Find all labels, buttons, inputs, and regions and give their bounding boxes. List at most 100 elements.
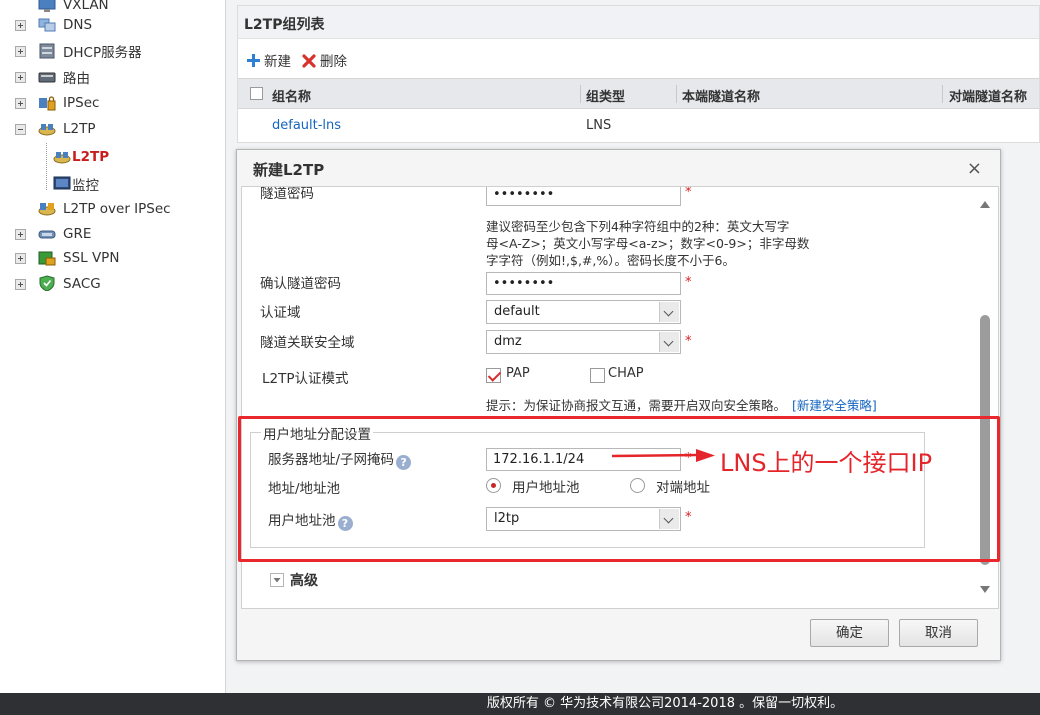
expand-icon[interactable]: [15, 20, 26, 31]
sidebar-item-label: DHCP服务器: [63, 45, 142, 61]
sidebar-item-dhcp[interactable]: DHCP服务器: [0, 39, 226, 63]
required-mark: *: [685, 275, 692, 290]
dialog-body: 隧道密码 •••••••• * 建议密码至少包含下列4种字符组中的2种：英文大写…: [241, 186, 999, 609]
column-header[interactable]: 组类型: [586, 86, 625, 105]
required-mark: *: [685, 334, 692, 349]
delete-icon: [302, 53, 316, 68]
new-button[interactable]: 新建: [246, 50, 291, 70]
scroll-up-icon[interactable]: [979, 199, 991, 209]
sidebar-item-dns[interactable]: DNS: [0, 13, 226, 37]
monitor-icon: [53, 176, 71, 190]
policy-hint: 提示：为保证协商报文互通，需要开启双向安全策略。 [新建安全策略]: [486, 397, 877, 414]
sidebar-item-ipsec[interactable]: IPSec: [0, 91, 226, 115]
group-name-link[interactable]: default-lns: [272, 118, 341, 133]
sidebar-item-label: GRE: [63, 226, 92, 242]
pap-checkbox[interactable]: [486, 368, 501, 383]
user-pool-select[interactable]: l2tp: [486, 507, 681, 531]
sidebar-item-l2tp-group[interactable]: L2TP: [0, 117, 226, 141]
new-button-label: 新建: [264, 54, 291, 70]
password-hint: 建议密码至少包含下列4种字符组中的2种：英文大写字 母<A-Z>；英文小写字母<…: [486, 218, 809, 269]
scrollbar-thumb[interactable]: [980, 315, 990, 565]
zone-value: dmz: [494, 334, 522, 349]
chap-label: CHAP: [608, 366, 644, 381]
table-row[interactable]: default-lns LNS: [238, 110, 1039, 143]
column-divider: [676, 85, 677, 103]
auth-domain-select[interactable]: default: [486, 300, 681, 324]
sidebar-item-l2tp[interactable]: L2TP: [0, 145, 226, 169]
user-pool-radio[interactable]: [486, 478, 501, 493]
user-pool-value: l2tp: [494, 511, 520, 526]
chevron-down-icon[interactable]: [659, 509, 679, 529]
sidebar-item-gre[interactable]: GRE: [0, 222, 226, 246]
new-security-policy-link[interactable]: [新建安全策略]: [792, 398, 877, 413]
close-icon[interactable]: ×: [967, 158, 982, 179]
l2tp-icon: [53, 152, 71, 164]
zone-select[interactable]: dmz: [486, 330, 681, 354]
column-divider: [580, 85, 581, 103]
dialog-title: 新建L2TP: [253, 161, 325, 179]
required-mark: *: [685, 186, 692, 200]
advanced-toggle[interactable]: 高级: [270, 570, 318, 590]
sidebar-item-ssl-vpn[interactable]: SSL VPN: [0, 246, 226, 270]
sidebar-item-sacg[interactable]: SACG: [0, 272, 226, 296]
collapse-icon[interactable]: [15, 124, 26, 135]
sidebar-item-label: 路由: [63, 71, 90, 87]
advanced-label: 高级: [290, 573, 318, 589]
password-hint-line: 建议密码至少包含下列4种字符组中的2种：英文大写字: [486, 219, 790, 234]
dns-icon: [38, 18, 56, 32]
add-icon: [247, 53, 260, 67]
expand-icon[interactable]: [15, 279, 26, 290]
server-address-label: 服务器地址/子网掩码?: [268, 448, 412, 470]
user-pool-label: 用户地址池?: [268, 509, 353, 531]
annotation-label: LNS上的一个接口IP: [720, 449, 933, 477]
column-divider: [942, 85, 943, 103]
confirm-password-field[interactable]: ••••••••: [486, 272, 681, 295]
ssl-vpn-icon: [38, 251, 56, 266]
select-all-checkbox[interactable]: [250, 87, 263, 100]
help-icon[interactable]: ?: [396, 455, 412, 470]
scroll-down-icon[interactable]: [979, 585, 991, 595]
user-pool-label-text: 用户地址池: [268, 513, 336, 529]
panel-title: L2TP组列表: [244, 17, 325, 33]
chap-checkbox[interactable]: [590, 368, 605, 383]
expand-icon[interactable]: [15, 253, 26, 264]
delete-button-label: 删除: [320, 54, 347, 70]
chevron-down-icon[interactable]: [659, 332, 679, 352]
sidebar-item-label: 监控: [72, 178, 99, 194]
zone-label: 隧道关联安全域: [260, 335, 355, 351]
sidebar-item-label: IPSec: [63, 95, 100, 111]
chevron-down-icon[interactable]: [659, 302, 679, 322]
router-icon: [38, 72, 56, 83]
sidebar-item-l2tp-over-ipsec[interactable]: L2TP over IPSec: [0, 197, 226, 221]
sidebar-item-label: DNS: [63, 17, 93, 33]
column-header[interactable]: 本端隧道名称: [682, 86, 760, 105]
expand-triangle-icon: [270, 573, 284, 587]
ok-button[interactable]: 确定: [810, 619, 889, 647]
expand-icon[interactable]: [15, 98, 26, 109]
expand-icon[interactable]: [15, 46, 26, 57]
column-header[interactable]: 对端隧道名称: [949, 86, 1027, 105]
annotation-arrow-icon: [612, 449, 715, 462]
expand-icon[interactable]: [15, 229, 26, 240]
help-icon[interactable]: ?: [337, 516, 353, 531]
sidebar-item-label: SSL VPN: [63, 250, 120, 266]
expand-icon[interactable]: [15, 72, 26, 83]
peer-address-radio[interactable]: [630, 478, 645, 493]
copyright-text: 版权所有 © 华为技术有限公司2014-2018 。保留一切权利。: [486, 696, 844, 711]
l2tp-group-list-panel: L2TP组列表 新建 删除 组名称 组类型 本端隧道名称 对端隧道名称 defa…: [237, 5, 1040, 143]
group-type-cell: LNS: [586, 118, 612, 133]
delete-button[interactable]: 删除: [302, 50, 347, 70]
tunnel-password-field[interactable]: ••••••••: [486, 187, 681, 206]
auth-domain-label: 认证域: [260, 305, 301, 321]
gre-icon: [38, 230, 56, 239]
sidebar-item-monitor[interactable]: 监控: [0, 172, 226, 196]
column-header[interactable]: 组名称: [272, 86, 311, 105]
sidebar-item-route[interactable]: 路由: [0, 65, 226, 89]
policy-hint-text: 提示：为保证协商报文互通，需要开启双向安全策略。: [486, 398, 787, 413]
dialog-scrollbar[interactable]: [978, 187, 992, 608]
cancel-button[interactable]: 取消: [899, 619, 978, 647]
peer-address-option-label: 对端地址: [656, 480, 710, 496]
pool-type-label: 地址/地址池: [268, 481, 341, 497]
new-l2tp-dialog: 新建L2TP × 隧道密码 •••••••• * 建议密码至少包含下列4种字符组…: [236, 149, 1001, 661]
footer: 版权所有 © 华为技术有限公司2014-2018 。保留一切权利。: [0, 693, 1040, 715]
